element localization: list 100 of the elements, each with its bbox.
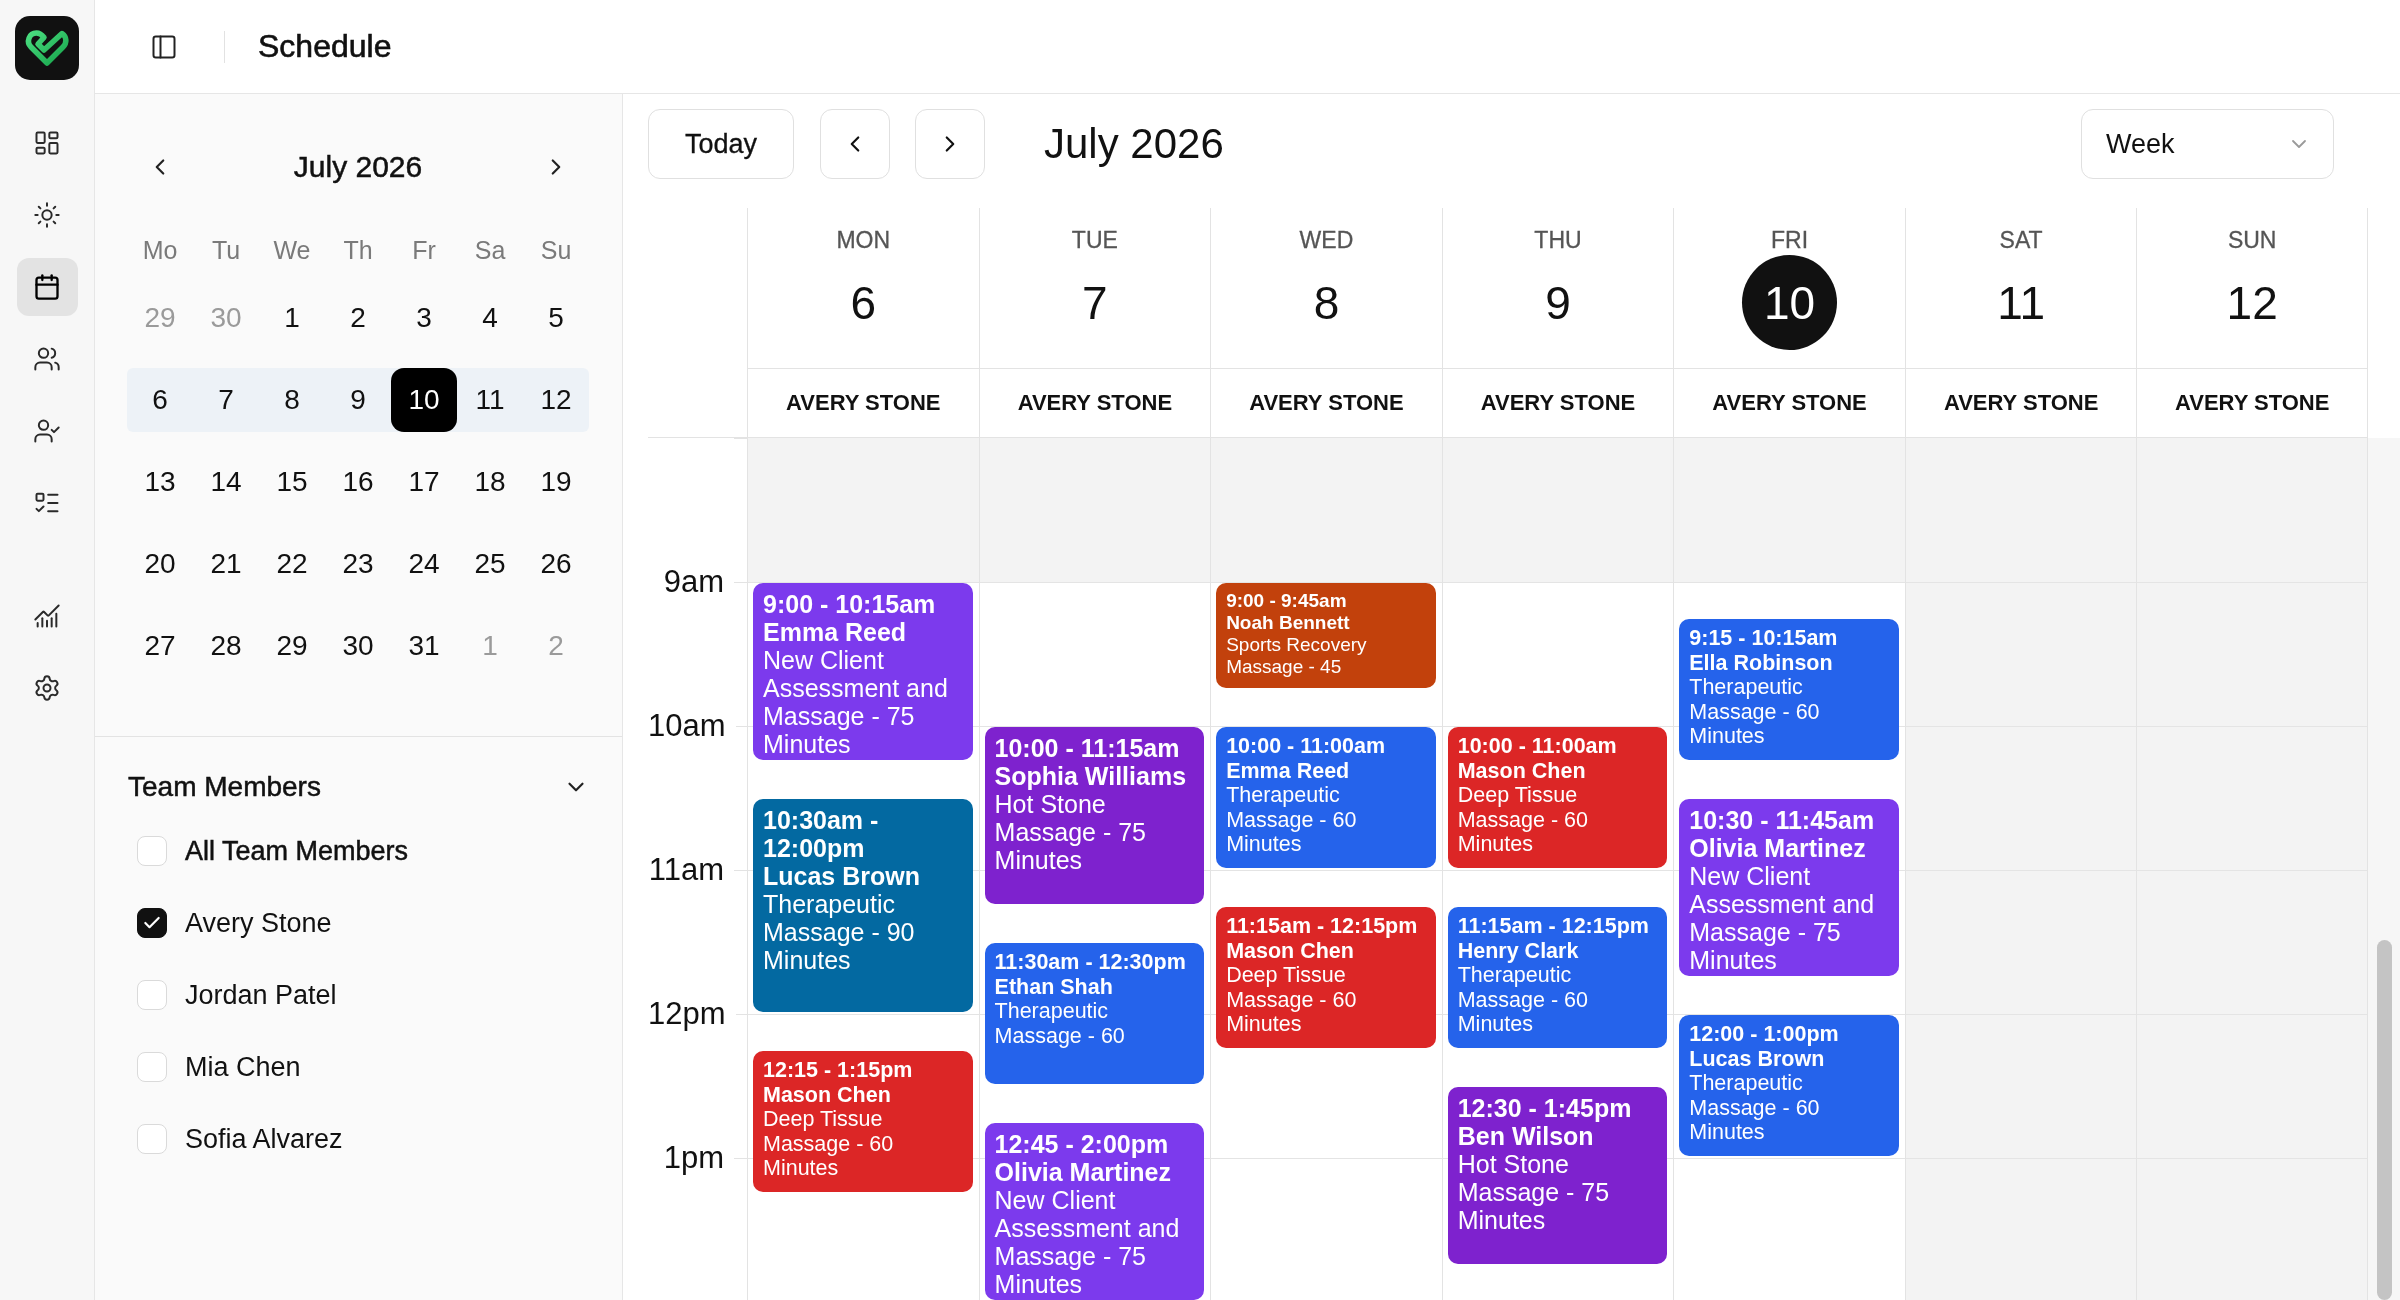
weekday-name: Th (343, 235, 373, 265)
hour-label: 11am (648, 852, 724, 888)
client-name: Mason Chen (1226, 938, 1355, 963)
client-name: Mason Chen (763, 1082, 892, 1107)
staff-name: AVERY STONE (2174, 390, 2330, 416)
appointment-card[interactable]: 10:00 - 11:00am Mason Chen Deep Tissue Massage - 60 Minutes (1447, 727, 1668, 868)
service-name: Therapeutic Massage - 60 (994, 999, 1126, 1048)
calendar-day[interactable]: 12 (523, 368, 589, 432)
month-title: July 2026 (1044, 119, 1224, 169)
today-button[interactable]: Today (648, 109, 794, 179)
appointment-card[interactable]: 10:00 - 11:15am Sophia Williams Hot Stone Massage - 75 Minutes (984, 727, 1205, 904)
calendar-day[interactable]: 22 (259, 532, 325, 596)
weekday-name: Sa (474, 235, 506, 265)
appointment-card[interactable]: 12:30 - 1:45pm Ben Wilson Hot Stone Massage - 75 Minutes (1447, 1087, 1668, 1264)
calendar-day[interactable]: 1 (259, 286, 325, 350)
staff-name: AVERY STONE (1249, 390, 1404, 416)
nav-button[interactable] (16, 258, 78, 316)
client-name: Lucas Brown (763, 862, 921, 890)
calendar-day[interactable]: 2 (325, 286, 391, 350)
appointment-time: 10:30am - 12:00pm (763, 806, 880, 862)
section-title: Team Members (128, 771, 321, 803)
appointment-time: 9:00 - 9:45am (1226, 590, 1348, 612)
calendar-day[interactable]: 3 (391, 286, 457, 350)
calendar-day[interactable]: 8 (259, 368, 325, 432)
calendar-day[interactable]: 15 (259, 450, 325, 514)
date-number: 9 (1544, 275, 1572, 331)
calendar-day[interactable]: 30 (325, 614, 391, 678)
appointment-card[interactable]: 11:15am - 12:15pm Mason Chen Deep Tissue Massage - 60 Minutes (1216, 907, 1436, 1048)
appointment-time: 11:15am - 12:15pm (1457, 914, 1650, 939)
appointment-time: 12:45 - 2:00pm (994, 1130, 1170, 1158)
appointment-time: 10:00 - 11:00am (1226, 734, 1387, 759)
calendar-day[interactable]: 21 (193, 532, 259, 596)
service-name: New Client Assessment and Massage - 75 Minutes (994, 1186, 1181, 1298)
calendar-day[interactable]: 6 (127, 368, 193, 432)
calendar-day[interactable]: 29 (259, 614, 325, 678)
calendar-day[interactable]: 25 (457, 532, 523, 596)
appointment-time: 11:30am - 12:30pm (994, 950, 1187, 975)
weekday-label: SAT (1999, 226, 2043, 254)
weekday-name: Fr (412, 235, 436, 265)
appointment-card[interactable]: 12:45 - 2:00pm Olivia Martinez New Client Assessment and Massage - 75 Minutes (984, 1123, 1205, 1300)
date-number: 8 (1312, 275, 1341, 331)
calendar-day[interactable]: 31 (391, 614, 457, 678)
client-name: Mason Chen (1457, 758, 1587, 783)
weekday-label: THU (1534, 226, 1582, 254)
view-select[interactable]: Week (2081, 109, 2334, 179)
service-name: Deep Tissue Massage - 60 Minutes (1226, 963, 1358, 1037)
member-name: Jordan Patel (185, 979, 337, 1011)
appointment-card[interactable]: 11:30am - 12:30pm Ethan Shah Therapeutic Massage - 60 (984, 943, 1205, 1084)
member-name: Mia Chen (185, 1051, 301, 1083)
appointment-card[interactable]: 11:15am - 12:15pm Henry Clark Therapeutic Massage - 60 Minutes (1447, 907, 1668, 1048)
calendar-day[interactable]: 20 (127, 532, 193, 596)
calendar-day[interactable]: 27 (127, 614, 193, 678)
appointment-card[interactable]: 9:15 - 10:15am Ella Robinson Therapeutic Massage - 60 Minutes (1679, 619, 1899, 760)
calendar-day[interactable]: 11 (457, 368, 523, 432)
calendar-day[interactable]: 9 (325, 368, 391, 432)
checkbox[interactable] (137, 908, 167, 938)
member-name: Sofia Alvarez (185, 1123, 343, 1155)
appointment-card[interactable]: 10:00 - 11:00am Emma Reed Therapeutic Massage - 60 Minutes (1216, 727, 1436, 868)
appointment-card[interactable]: 10:30 - 11:45am Olivia Martinez New Client Assessment and Massage - 75 Minutes (1679, 799, 1899, 976)
date-number: 10 (1742, 255, 1838, 350)
member-name: Avery Stone (185, 907, 332, 939)
service-name: Sports Recovery Massage - 45 (1226, 634, 1368, 678)
calendar-day[interactable]: 24 (391, 532, 457, 596)
client-name: Lucas Brown (1689, 1046, 1826, 1071)
user-check-icon (33, 417, 61, 445)
service-name: New Client Assessment and Massage - 75 Minutes (1689, 862, 1876, 974)
weekday-label: TUE (1071, 226, 1118, 254)
scrollbar-thumb[interactable] (2377, 940, 2392, 1300)
staff-name: AVERY STONE (1017, 390, 1173, 416)
page-title: Schedule (258, 28, 392, 65)
calendar-day[interactable]: 14 (193, 450, 259, 514)
calendar-day[interactable]: 23 (325, 532, 391, 596)
appointment-time: 12:30 - 1:45pm (1457, 1094, 1633, 1122)
appointment-card[interactable]: 10:30am - 12:00pm Lucas Brown Therapeutic Massage - 90 Minutes (753, 799, 973, 1012)
users-icon (33, 345, 61, 373)
calendar-day[interactable]: 19 (523, 450, 589, 514)
calendar-day[interactable]: 28 (193, 614, 259, 678)
weekday-label: MON (836, 226, 891, 254)
appointment-card[interactable]: 12:15 - 1:15pm Mason Chen Deep Tissue Massage - 60 Minutes (753, 1051, 973, 1192)
appointment-time: 12:00 - 1:00pm (1689, 1022, 1840, 1047)
appointment-card[interactable]: 9:00 - 10:15am Emma Reed New Client Assessment and Massage - 75 Minutes (753, 583, 973, 760)
calendar-day[interactable]: 13 (127, 450, 193, 514)
appointment-card[interactable]: 9:00 - 9:45am Noah Bennett Sports Recovery Massage - 45 (1216, 583, 1436, 688)
appointment-card[interactable]: 12:00 - 1:00pm Lucas Brown Therapeutic Massage - 60 Minutes (1679, 1015, 1899, 1156)
calendar-day[interactable]: 16 (325, 450, 391, 514)
service-name: Hot Stone Massage - 75 Minutes (994, 790, 1148, 874)
client-name: Olivia Martinez (1689, 834, 1867, 862)
calendar-day[interactable]: 4 (457, 286, 523, 350)
service-name: Deep Tissue Massage - 60 Minutes (763, 1107, 895, 1181)
client-name: Sophia Williams (994, 762, 1188, 790)
weekday-name: We (273, 235, 311, 265)
calendar-day[interactable]: 17 (391, 450, 457, 514)
calendar-day[interactable]: 26 (523, 532, 589, 596)
calendar-day[interactable]: 5 (523, 286, 589, 350)
appointment-time: 10:00 - 11:00am (1457, 734, 1618, 759)
calendar-day[interactable]: 10 (391, 368, 457, 432)
calendar-day[interactable]: 18 (457, 450, 523, 514)
staff-name: AVERY STONE (1480, 390, 1636, 416)
client-name: Olivia Martinez (994, 1158, 1172, 1186)
calendar-day[interactable]: 7 (193, 368, 259, 432)
